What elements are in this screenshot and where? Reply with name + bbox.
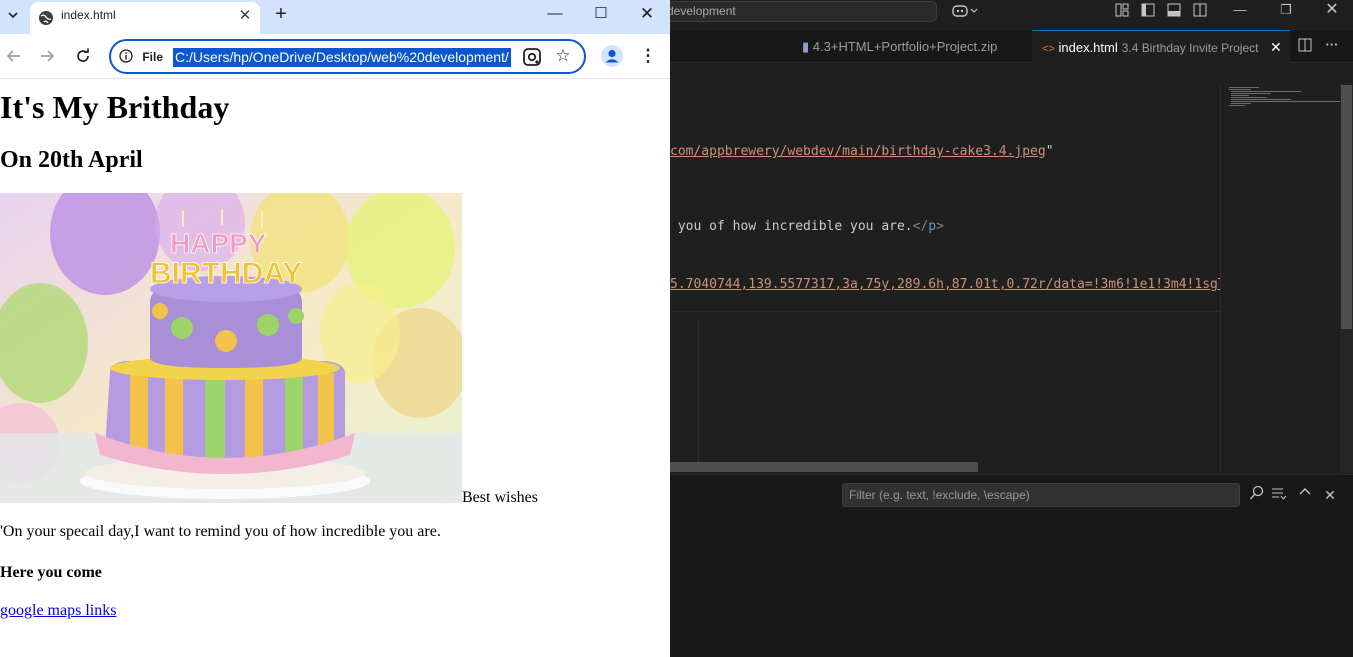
code-segment: > [936,219,944,234]
split-editor-icon[interactable] [1296,38,1314,56]
kebab-menu-icon[interactable]: ⋮ [636,44,660,68]
search-icon[interactable] [1248,485,1266,505]
minimap-preview [1229,87,1341,106]
zip-file-icon: ▮ [802,39,810,54]
vscode-title-bar: development — ❐ ✕ [666,0,1353,24]
info-icon [119,49,133,63]
plus-icon: + [275,3,287,25]
maximize-icon[interactable]: ☐ [578,0,624,28]
panel-filter-input[interactable]: Filter (e.g. text, !exclude, \escape) [842,483,1240,507]
globe-icon [38,10,54,26]
chevron-down-icon[interactable] [2,6,24,28]
close-window-icon[interactable]: ✕ [624,0,670,28]
tab-label: 4.3+HTML+Portfolio+Project.zip [812,39,998,54]
minimap[interactable] [1220,85,1341,473]
tab-close-icon[interactable]: ✕ [1270,31,1282,64]
code-segment: you of how incredible you are. [670,219,913,234]
code-line-3: 5.7040744,139.5577317,3a,75y,289.6h,87.0… [670,277,1220,292]
tab-title: index.html [61,8,116,22]
filter-list-icon[interactable] [1270,485,1288,505]
editor-divider [670,311,1220,312]
minimize-icon[interactable]: — [532,0,578,28]
new-tab-button[interactable]: + [268,2,294,28]
tab-description: 3.4 Birthday Invite Project [1121,41,1259,55]
more-actions-icon[interactable]: ··· [1322,36,1342,54]
bottom-panel: Filter (e.g. text, !exclude, \escape) ✕ [670,474,1353,657]
code-line-2: you of how incredible you are.</p> [670,219,944,234]
close-panel-icon[interactable]: ✕ [1321,485,1339,505]
browser-toolbar: File C:/Users/hp/OneDrive/Desktop/web%20… [0,34,670,79]
lens-icon[interactable] [521,46,543,68]
chevron-up-icon[interactable] [1296,485,1314,505]
tab-label: index.html [1058,40,1118,55]
svg-text:HAPPY: HAPPY [170,228,267,259]
message-paragraph: 'On your specail day,I want to remind yo… [0,523,441,540]
command-center-text: development [667,4,736,18]
vscode-minimize-icon[interactable]: — [1230,0,1250,20]
code-segment: </ [912,219,929,234]
vscode-restore-icon[interactable]: ❐ [1276,0,1296,20]
site-info-label: File [142,50,164,64]
toggle-panel-icon[interactable] [1166,3,1182,19]
arrow-right-icon[interactable] [33,42,61,70]
scrollbar-thumb[interactable] [1341,85,1352,329]
tab-index-html[interactable]: <> index.html 3.4 Birthday Invite Project… [1032,30,1290,63]
toggle-primary-sidebar-icon[interactable] [1140,3,1156,19]
section-subtitle: Here you come [0,564,102,581]
url-text[interactable]: C:/Users/hp/OneDrive/Desktop/web%20devel… [173,48,511,67]
star-icon[interactable]: ☆ [552,45,574,67]
address-bar[interactable]: File C:/Users/hp/OneDrive/Desktop/web%20… [109,39,586,74]
site-info-button[interactable]: File [119,48,163,66]
copilot-icon[interactable] [948,3,984,21]
page-subheading: On 20th April [0,147,143,173]
code-segment: com/appbrewery/webdev/main/birthday-cake… [670,144,1046,159]
svg-text:BIRTHDAY: BIRTHDAY [150,257,302,290]
reload-icon[interactable] [69,42,97,70]
tab-strip: index.html ✕ + — ☐ ✕ [0,0,670,34]
tab-zip-file[interactable]: ▮ 4.3+HTML+Portfolio+Project.zip [792,30,1032,63]
code-line-1: com/appbrewery/webdev/main/birthday-cake… [670,144,1054,159]
profile-icon[interactable] [600,44,624,68]
code-segment: p [928,219,937,234]
html-file-icon: <> [1042,43,1055,55]
code-editor[interactable]: com/appbrewery/webdev/main/birthday-cake… [670,63,1220,473]
page-heading: It's My Brithday [0,89,230,125]
birthday-cake-image: HAPPY BIRTHDAY [0,193,462,503]
vscode-command-center[interactable]: development [666,1,937,22]
code-segment: " [1045,144,1054,159]
toggle-secondary-sidebar-icon[interactable] [1192,3,1208,19]
vscode-tab-bar: ▮ 4.3+HTML+Portfolio+Project.zip <> inde… [670,30,1353,63]
editor-horizontal-scrollbar[interactable] [670,462,978,472]
customize-layout-icon[interactable] [1114,3,1130,19]
chrome-window: index.html ✕ + — ☐ ✕ File C:/Users/hp/On… [0,0,670,657]
code-segment: 5.7040744,139.5577317,3a,75y,289.6h,87.0… [670,277,1220,292]
vscode-close-icon[interactable]: ✕ [1322,0,1342,20]
browser-tab[interactable]: index.html ✕ [30,2,260,34]
close-icon[interactable]: ✕ [236,7,254,25]
google-maps-link[interactable]: google maps links [0,602,116,620]
vscode-window: development — ❐ ✕ ↥ ↻ ▮ 4.3+HTML+Portfol… [666,0,1353,657]
indent-guide [698,318,699,473]
filter-placeholder: Filter (e.g. text, !exclude, \escape) [849,488,1030,502]
arrow-left-icon[interactable] [0,42,28,70]
editor-scrollbar[interactable] [1340,85,1353,473]
web-page: It's My Brithday On 20th April HAPPY BIR… [0,80,670,657]
image-caption: Best wishes [462,489,538,506]
